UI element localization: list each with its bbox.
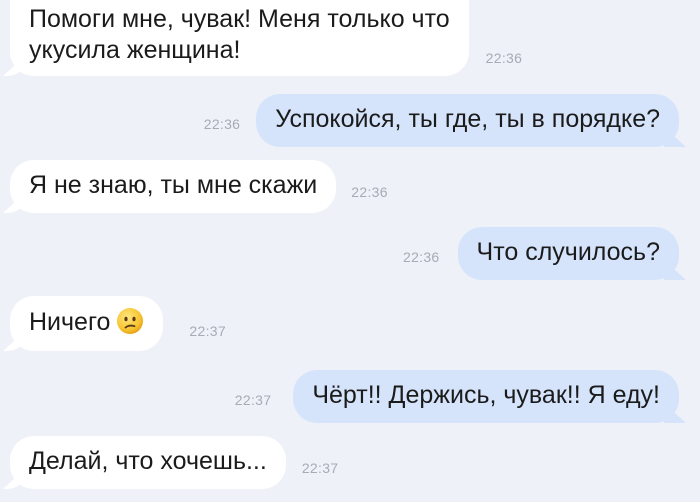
message-bubble[interactable]: Успокойся, ты где, ты в порядке? [256, 94, 679, 147]
message-timestamp: 22:37 [301, 459, 339, 476]
message-bubble[interactable]: Чёрт!! Держись, чувак!! Я еду! [293, 370, 679, 423]
message-text-line: укусила женщина! [29, 36, 241, 64]
message-bubble[interactable]: Ничего [10, 296, 164, 351]
message-outgoing-6[interactable]: 22:37 Чёрт!! Держись, чувак!! Я еду! [235, 370, 679, 423]
message-timestamp: 22:36 [402, 248, 440, 265]
message-bubble[interactable]: Я не знаю, ты мне скажи [10, 160, 337, 213]
message-text-line: Помоги мне, чувак! Меня только что [29, 5, 450, 33]
message-incoming-5[interactable]: Ничего 22:37 [10, 296, 226, 351]
message-timestamp: 22:36 [351, 183, 388, 200]
message-timestamp: 22:37 [189, 322, 226, 339]
message-text: Ничего [29, 308, 111, 336]
message-bubble[interactable]: Делай, что хочешь... [10, 436, 286, 489]
confused-face-icon [116, 307, 144, 335]
message-outgoing-4[interactable]: 22:36 Что случилось? [403, 227, 679, 280]
message-incoming-7[interactable]: Делай, что хочешь... 22:37 [10, 436, 338, 489]
message-timestamp: 22:37 [234, 391, 272, 408]
message-outgoing-2[interactable]: 22:36 Успокойся, ты где, ты в порядке? [204, 94, 679, 147]
message-timestamp: 22:36 [203, 115, 241, 132]
chat-thread: Помоги мне, чувак! Меня только что укуси… [0, 0, 700, 502]
message-incoming-1[interactable]: Помоги мне, чувак! Меня только что укуси… [10, 0, 522, 76]
message-bubble[interactable]: Что случилось? [457, 227, 679, 280]
message-incoming-3[interactable]: Я не знаю, ты мне скажи 22:36 [10, 160, 388, 213]
message-timestamp: 22:36 [485, 50, 523, 66]
message-bubble[interactable]: Помоги мне, чувак! Меня только что укуси… [10, 0, 469, 76]
